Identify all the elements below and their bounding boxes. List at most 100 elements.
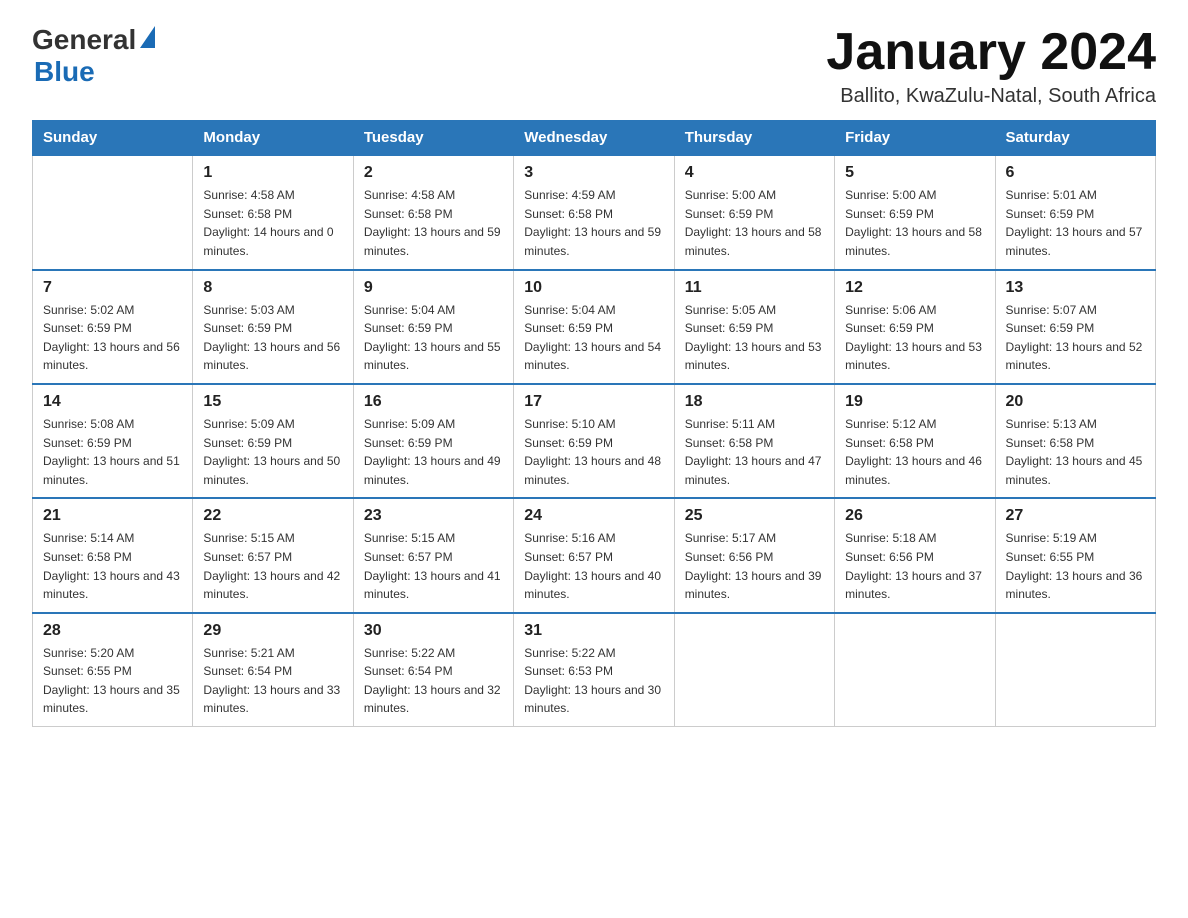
logo: General Blue [32,24,155,88]
header-row: SundayMondayTuesdayWednesdayThursdayFrid… [33,121,1156,156]
day-cell: 30 Sunrise: 5:22 AMSunset: 6:54 PMDayligh… [353,613,513,727]
week-row-1: 1 Sunrise: 4:58 AMSunset: 6:58 PMDaylight… [33,155,1156,269]
header-cell-saturday: Saturday [995,121,1155,156]
day-number: 31 [524,622,663,640]
day-info: Sunrise: 5:16 AMSunset: 6:57 PMDaylight:… [524,529,663,603]
day-cell: 27 Sunrise: 5:19 AMSunset: 6:55 PMDayligh… [995,498,1155,612]
title-section: January 2024 Ballito, KwaZulu-Natal, Sou… [826,24,1156,108]
day-cell: 23 Sunrise: 5:15 AMSunset: 6:57 PMDayligh… [353,498,513,612]
location-title: Ballito, KwaZulu-Natal, South Africa [826,85,1156,108]
day-number: 6 [1006,164,1145,182]
day-cell [995,613,1155,727]
logo-triangle-icon [140,26,155,48]
day-cell: 21Sunrise: 5:14 AMSunset: 6:58 PMDayligh… [33,498,193,612]
day-number: 14 [43,393,182,411]
day-info: Sunrise: 5:05 AMSunset: 6:59 PMDaylight:… [685,301,824,375]
day-cell: 29 Sunrise: 5:21 AMSunset: 6:54 PMDayligh… [193,613,353,727]
day-cell: 7Sunrise: 5:02 AMSunset: 6:59 PMDaylight… [33,270,193,384]
day-cell: 26 Sunrise: 5:18 AMSunset: 6:56 PMDayligh… [835,498,995,612]
day-info: Sunrise: 5:04 AMSunset: 6:59 PMDaylight:… [524,301,663,375]
day-cell: 15 Sunrise: 5:09 AMSunset: 6:59 PMDayligh… [193,384,353,498]
day-info: Sunrise: 5:06 AMSunset: 6:59 PMDaylight:… [845,301,984,375]
day-number: 26 [845,507,984,525]
day-info: Sunrise: 5:08 AMSunset: 6:59 PMDaylight:… [43,415,182,489]
page-header: General Blue January 2024 Ballito, KwaZu… [32,24,1156,108]
day-number: 12 [845,279,984,297]
day-info: Sunrise: 5:09 AMSunset: 6:59 PMDaylight:… [203,415,342,489]
day-cell: 17Sunrise: 5:10 AMSunset: 6:59 PMDayligh… [514,384,674,498]
day-info: Sunrise: 5:14 AMSunset: 6:58 PMDaylight:… [43,529,182,603]
calendar-body: 1 Sunrise: 4:58 AMSunset: 6:58 PMDaylight… [33,155,1156,726]
day-number: 2 [364,164,503,182]
header-cell-wednesday: Wednesday [514,121,674,156]
day-info: Sunrise: 5:01 AMSunset: 6:59 PMDaylight:… [1006,186,1145,260]
day-number: 11 [685,279,824,297]
day-number: 22 [203,507,342,525]
header-cell-monday: Monday [193,121,353,156]
day-info: Sunrise: 4:59 AMSunset: 6:58 PMDaylight:… [524,186,663,260]
day-number: 19 [845,393,984,411]
day-cell: 20 Sunrise: 5:13 AMSunset: 6:58 PMDayligh… [995,384,1155,498]
day-cell: 1 Sunrise: 4:58 AMSunset: 6:58 PMDaylight… [193,155,353,269]
day-cell: 24 Sunrise: 5:16 AMSunset: 6:57 PMDayligh… [514,498,674,612]
day-cell: 18Sunrise: 5:11 AMSunset: 6:58 PMDayligh… [674,384,834,498]
day-cell: 12 Sunrise: 5:06 AMSunset: 6:59 PMDayligh… [835,270,995,384]
week-row-2: 7Sunrise: 5:02 AMSunset: 6:59 PMDaylight… [33,270,1156,384]
day-number: 3 [524,164,663,182]
day-info: Sunrise: 5:22 AMSunset: 6:53 PMDaylight:… [524,644,663,718]
day-number: 24 [524,507,663,525]
day-cell: 9Sunrise: 5:04 AMSunset: 6:59 PMDaylight… [353,270,513,384]
day-cell: 11 Sunrise: 5:05 AMSunset: 6:59 PMDayligh… [674,270,834,384]
day-number: 28 [43,622,182,640]
calendar-header: SundayMondayTuesdayWednesdayThursdayFrid… [33,121,1156,156]
day-cell [33,155,193,269]
day-info: Sunrise: 5:07 AMSunset: 6:59 PMDaylight:… [1006,301,1145,375]
day-number: 30 [364,622,503,640]
day-number: 15 [203,393,342,411]
day-cell: 22 Sunrise: 5:15 AMSunset: 6:57 PMDayligh… [193,498,353,612]
day-info: Sunrise: 5:03 AMSunset: 6:59 PMDaylight:… [203,301,342,375]
day-info: Sunrise: 5:17 AMSunset: 6:56 PMDaylight:… [685,529,824,603]
day-info: Sunrise: 4:58 AMSunset: 6:58 PMDaylight:… [203,186,342,260]
day-cell: 6 Sunrise: 5:01 AMSunset: 6:59 PMDaylight… [995,155,1155,269]
logo-blue-text: Blue [34,56,95,87]
day-cell: 25 Sunrise: 5:17 AMSunset: 6:56 PMDayligh… [674,498,834,612]
day-number: 4 [685,164,824,182]
day-cell: 2 Sunrise: 4:58 AMSunset: 6:58 PMDaylight… [353,155,513,269]
day-number: 25 [685,507,824,525]
day-cell: 8Sunrise: 5:03 AMSunset: 6:59 PMDaylight… [193,270,353,384]
day-number: 27 [1006,507,1145,525]
day-info: Sunrise: 5:18 AMSunset: 6:56 PMDaylight:… [845,529,984,603]
day-info: Sunrise: 5:13 AMSunset: 6:58 PMDaylight:… [1006,415,1145,489]
day-cell: 28 Sunrise: 5:20 AMSunset: 6:55 PMDayligh… [33,613,193,727]
day-info: Sunrise: 5:09 AMSunset: 6:59 PMDaylight:… [364,415,503,489]
day-info: Sunrise: 5:00 AMSunset: 6:59 PMDaylight:… [845,186,984,260]
day-info: Sunrise: 5:15 AMSunset: 6:57 PMDaylight:… [203,529,342,603]
day-info: Sunrise: 5:21 AMSunset: 6:54 PMDaylight:… [203,644,342,718]
day-info: Sunrise: 5:19 AMSunset: 6:55 PMDaylight:… [1006,529,1145,603]
day-number: 23 [364,507,503,525]
week-row-4: 21Sunrise: 5:14 AMSunset: 6:58 PMDayligh… [33,498,1156,612]
day-info: Sunrise: 5:00 AMSunset: 6:59 PMDaylight:… [685,186,824,260]
day-info: Sunrise: 5:22 AMSunset: 6:54 PMDaylight:… [364,644,503,718]
day-cell: 5 Sunrise: 5:00 AMSunset: 6:59 PMDaylight… [835,155,995,269]
day-cell: 10Sunrise: 5:04 AMSunset: 6:59 PMDayligh… [514,270,674,384]
day-number: 29 [203,622,342,640]
day-number: 1 [203,164,342,182]
day-info: Sunrise: 5:10 AMSunset: 6:59 PMDaylight:… [524,415,663,489]
day-number: 5 [845,164,984,182]
day-cell: 16Sunrise: 5:09 AMSunset: 6:59 PMDayligh… [353,384,513,498]
day-cell: 31 Sunrise: 5:22 AMSunset: 6:53 PMDayligh… [514,613,674,727]
header-cell-friday: Friday [835,121,995,156]
header-cell-tuesday: Tuesday [353,121,513,156]
day-info: Sunrise: 5:15 AMSunset: 6:57 PMDaylight:… [364,529,503,603]
day-info: Sunrise: 5:02 AMSunset: 6:59 PMDaylight:… [43,301,182,375]
day-number: 13 [1006,279,1145,297]
day-info: Sunrise: 5:20 AMSunset: 6:55 PMDaylight:… [43,644,182,718]
calendar-table: SundayMondayTuesdayWednesdayThursdayFrid… [32,120,1156,727]
month-title: January 2024 [826,24,1156,81]
day-number: 9 [364,279,503,297]
day-info: Sunrise: 4:58 AMSunset: 6:58 PMDaylight:… [364,186,503,260]
day-cell: 3 Sunrise: 4:59 AMSunset: 6:58 PMDaylight… [514,155,674,269]
day-number: 20 [1006,393,1145,411]
